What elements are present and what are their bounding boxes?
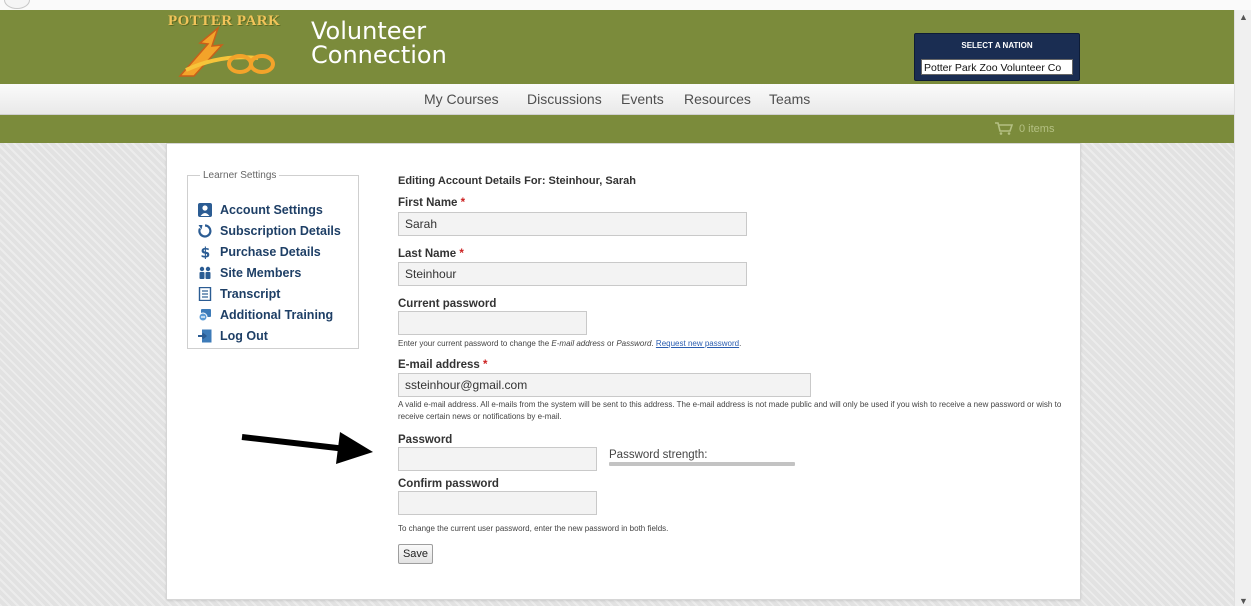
nav-events[interactable]: Events [621, 91, 664, 107]
required-mark: * [459, 248, 464, 260]
browser-tab-edge [4, 0, 30, 9]
main-nav: My Courses Discussions Events Resources … [0, 84, 1234, 115]
help-text-email: E-mail address [551, 339, 605, 348]
email-label-text: E-mail address [398, 359, 480, 371]
sidebar-item-label: Transcript [220, 287, 281, 301]
learner-settings-menu: Learner Settings Account Settings Subscr… [187, 170, 359, 349]
required-mark: * [483, 359, 488, 371]
nav-my-courses[interactable]: My Courses [424, 91, 499, 107]
help-text: or [604, 339, 617, 348]
site-title-line2: Connection [311, 41, 447, 69]
form-heading: Editing Account Details For: Steinhour, … [398, 175, 636, 187]
sidebar-item-label: Site Members [220, 266, 302, 280]
nation-selector-title: SELECT A NATION [961, 41, 1033, 50]
nav-teams[interactable]: Teams [769, 91, 810, 107]
current-password-help: Enter your current password to change th… [398, 338, 741, 350]
site-title: Volunteer Connection [311, 19, 447, 67]
help-text: Enter your current password to change th… [398, 339, 552, 348]
cart-bar: 0 items [0, 115, 1234, 143]
password-label: Password [398, 434, 453, 446]
arrow-pointer-icon [241, 432, 373, 464]
training-icon [198, 309, 211, 322]
cart-count: 0 items [1019, 123, 1055, 135]
sidebar-item-subscription-details[interactable]: Subscription Details [198, 224, 341, 238]
password-strength-label: Password strength: [609, 449, 708, 461]
sidebar-item-label: Log Out [220, 329, 268, 343]
first-name-label: First Name * [398, 197, 465, 209]
account-icon [198, 203, 212, 217]
dollar-icon: $ [201, 246, 211, 260]
nav-discussions[interactable]: Discussions [527, 91, 602, 107]
sidebar-item-additional-training[interactable]: Additional Training [198, 308, 333, 322]
email-field[interactable]: ssteinhour@gmail.com [398, 373, 811, 397]
save-button[interactable]: Save [398, 544, 433, 564]
sidebar-item-label: Subscription Details [220, 224, 341, 238]
nation-selector: SELECT A NATION Potter Park Zoo Voluntee… [914, 33, 1080, 81]
logo-text: POTTER PARK [168, 13, 281, 29]
cart-icon [995, 122, 1014, 135]
help-text-password: Password [616, 339, 652, 348]
last-name-field[interactable]: Steinhour [398, 262, 747, 286]
password-strength-meter [609, 462, 795, 466]
first-name-field[interactable]: Sarah [398, 212, 747, 236]
svg-text:$: $ [201, 246, 211, 260]
password-field[interactable] [398, 447, 597, 471]
email-label: E-mail address * [398, 359, 488, 371]
nav-resources[interactable]: Resources [684, 91, 751, 107]
learner-settings-legend: Learner Settings [203, 170, 277, 181]
sidebar-item-account-settings[interactable]: Account Settings [198, 203, 323, 217]
confirm-password-field[interactable] [398, 491, 597, 515]
nation-select[interactable]: Potter Park Zoo Volunteer Co [921, 59, 1073, 75]
scroll-down-icon[interactable]: ▼ [1239, 596, 1248, 606]
sidebar-item-label: Purchase Details [220, 245, 321, 259]
help-text: . [739, 339, 742, 348]
scroll-up-icon[interactable]: ▲ [1239, 12, 1248, 22]
logout-icon [198, 329, 212, 343]
sidebar-item-log-out[interactable]: Log Out [198, 329, 268, 343]
sidebar-item-transcript[interactable]: Transcript [198, 287, 280, 301]
sidebar-item-purchase-details[interactable]: $ Purchase Details [198, 245, 321, 259]
current-password-label: Current password [398, 298, 497, 310]
refresh-icon [198, 224, 212, 238]
email-help: A valid e-mail address. All e-mails from… [398, 400, 1062, 421]
page-scrollbar[interactable]: ▲ ▼ [1234, 10, 1251, 606]
cart-link[interactable]: 0 items [995, 122, 1054, 135]
request-new-password-link[interactable]: Request new password [656, 339, 739, 348]
password-help: To change the current user password, ent… [398, 524, 669, 533]
confirm-password-label: Confirm password [398, 478, 499, 490]
sidebar-item-label: Additional Training [220, 308, 334, 322]
document-icon [198, 287, 212, 301]
first-name-label-text: First Name [398, 197, 458, 209]
last-name-label-text: Last Name [398, 248, 457, 260]
required-mark: * [460, 197, 466, 209]
members-icon [199, 266, 211, 279]
current-password-field[interactable] [398, 311, 587, 335]
site-header: POTTER PARK Volunteer Connection SELECT … [0, 10, 1234, 84]
sidebar-item-site-members[interactable]: Site Members [198, 266, 301, 280]
sidebar-item-label: Account Settings [220, 203, 323, 217]
last-name-label: Last Name * [398, 248, 464, 260]
